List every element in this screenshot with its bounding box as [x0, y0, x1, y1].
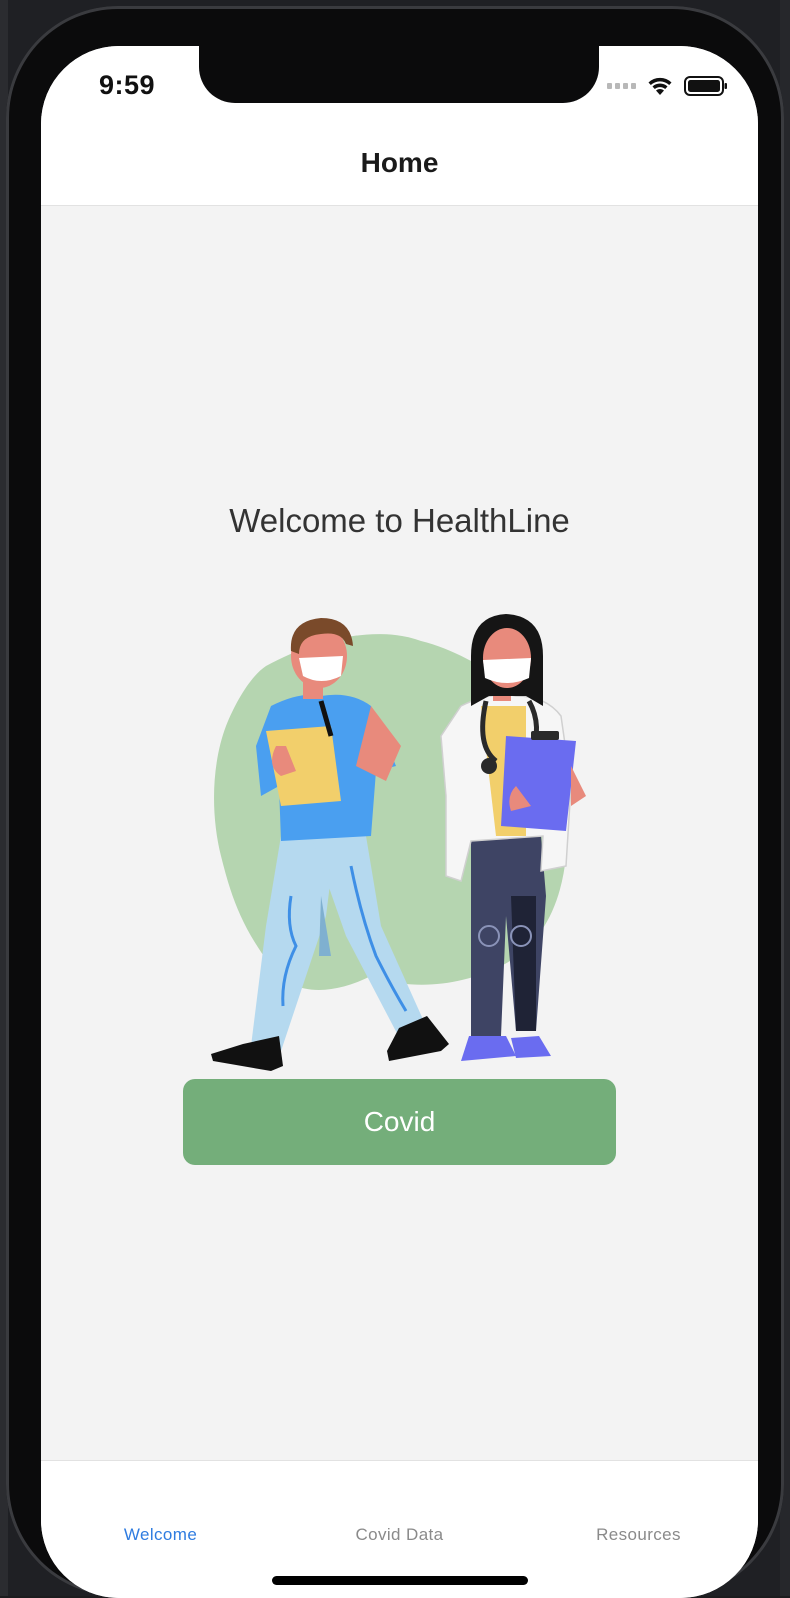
status-icons	[607, 74, 728, 98]
app-screen: 9:59 Home Welcome to HealthLine Covid We…	[41, 46, 758, 1598]
navigation-bar: Home	[41, 103, 758, 206]
medical-staff-illustration	[211, 614, 586, 1071]
page-title: Home	[360, 147, 439, 178]
tab-covid-data[interactable]: Covid Data	[280, 1525, 519, 1545]
tab-resources[interactable]: Resources	[519, 1525, 758, 1545]
cellular-signal-icon	[607, 83, 636, 89]
status-time: 9:59	[99, 70, 156, 100]
home-indicator[interactable]	[272, 1576, 528, 1585]
wifi-icon	[648, 77, 672, 95]
device-notch	[199, 46, 599, 103]
covid-button[interactable]: Covid	[183, 1079, 616, 1165]
welcome-heading: Welcome to HealthLine	[229, 502, 570, 539]
battery-icon	[684, 76, 727, 96]
tab-welcome[interactable]: Welcome	[41, 1525, 280, 1545]
phone-frame: 9:59 Home Welcome to HealthLine Covid We…	[6, 6, 784, 1598]
